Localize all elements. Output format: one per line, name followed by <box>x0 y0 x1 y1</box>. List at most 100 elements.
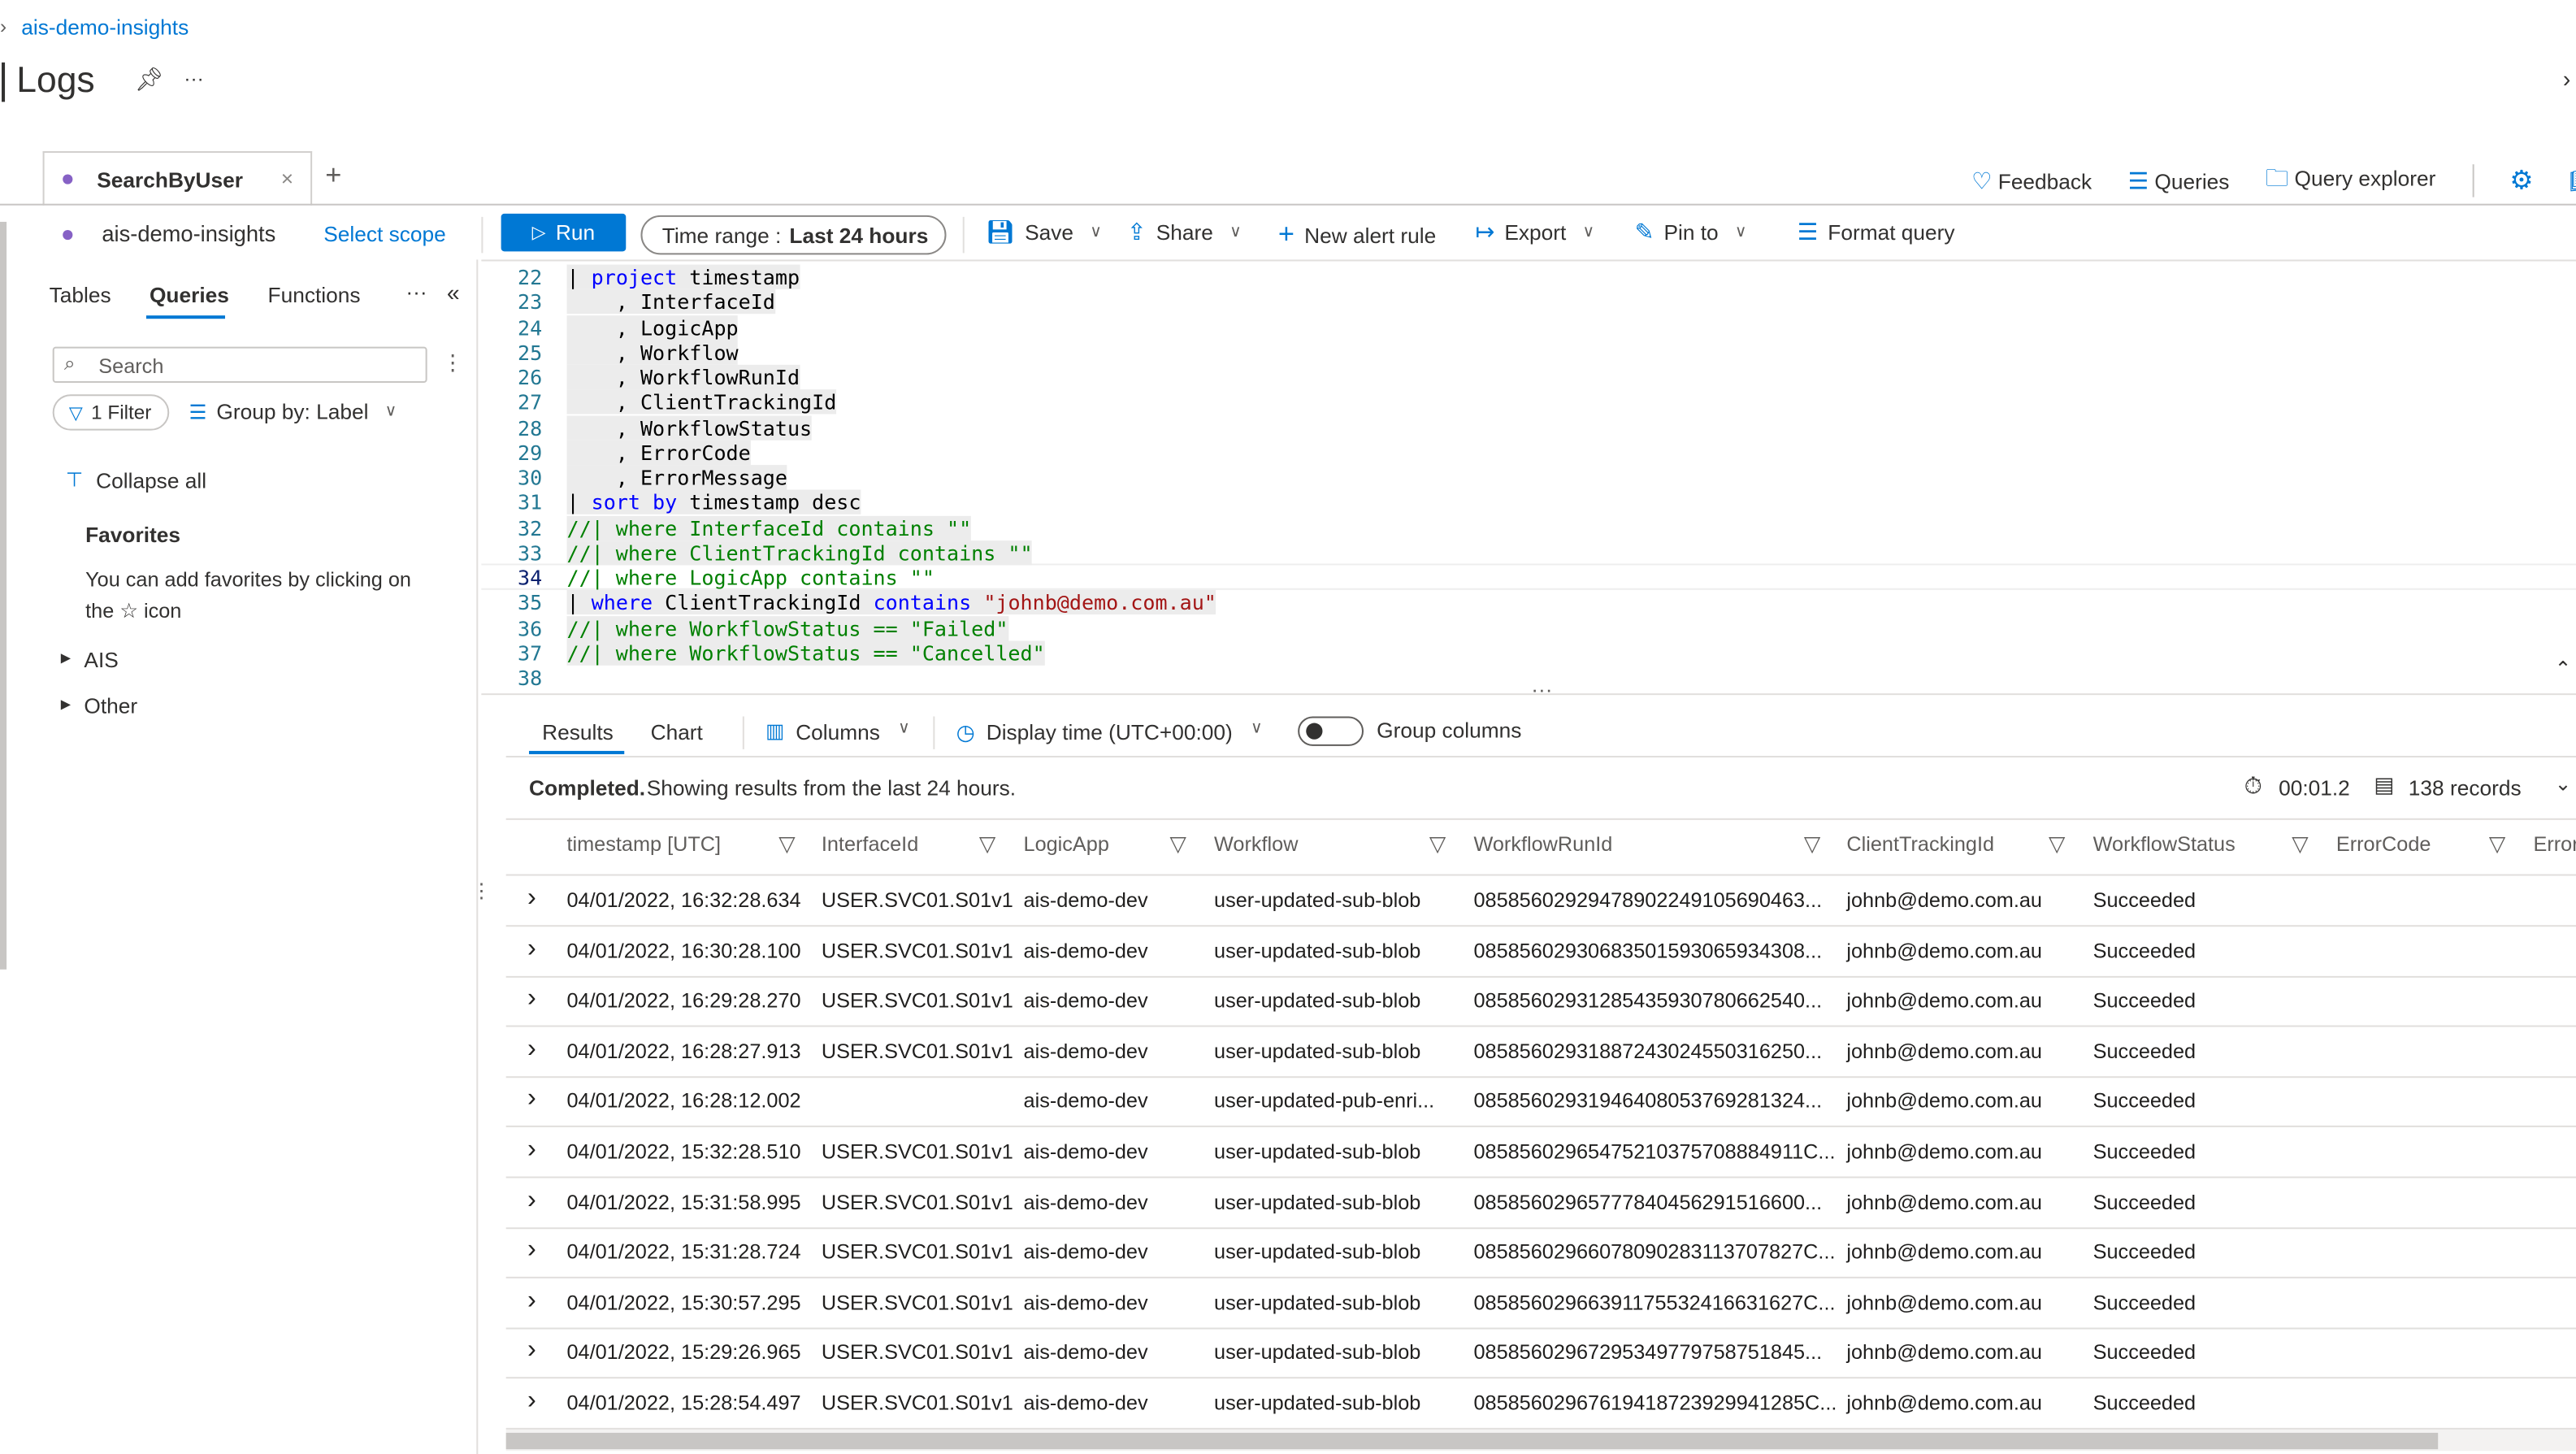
expand-row-chevron-icon[interactable]: › <box>527 1336 536 1365</box>
scrollbar-thumb[interactable] <box>505 1432 2439 1450</box>
collapse-icon: ⊤ <box>65 468 84 492</box>
column-header[interactable]: Workflow <box>1214 833 1298 856</box>
columns-icon: ▥ <box>765 719 785 743</box>
client-tracking-id-cell: johnb@demo.com.au <box>1846 1240 2043 1265</box>
format-query-button[interactable]: ☰ Format query <box>1798 219 1955 246</box>
splitter-handle-icon[interactable]: ⋮ <box>471 879 491 902</box>
tab-close-icon[interactable]: × <box>281 166 293 190</box>
group-columns-toggle[interactable] <box>1298 716 1364 746</box>
column-header[interactable]: timestamp [UTC] <box>566 833 721 856</box>
run-button[interactable]: ▷ Run <box>501 213 627 252</box>
group-by-dropdown[interactable]: ☰ Group by: Label ∨ <box>189 399 397 423</box>
time-range-picker[interactable]: Time range : Last 24 hours <box>640 215 947 255</box>
table-row[interactable]: › 04/01/2022, 15:29:26.965 USER.SVC01.S01v… <box>505 1328 2576 1379</box>
timestamp-cell: 04/01/2022, 15:30:57.295 <box>566 1291 801 1314</box>
client-tracking-id-cell: johnb@demo.com.au <box>1846 1341 2043 1365</box>
feedback-button[interactable]: ♡ Feedback <box>1971 167 2092 194</box>
keyword-token: contains <box>873 590 972 615</box>
left-edge-scrollbar[interactable] <box>0 221 7 970</box>
resize-handle-icon[interactable]: ··· <box>1531 677 1552 701</box>
search-input[interactable]: ⌕ Search <box>52 346 427 384</box>
expand-row-chevron-icon[interactable]: › <box>527 1186 536 1215</box>
line-number: 25 <box>517 339 543 365</box>
column-filter-icon[interactable]: ▽ <box>2489 831 2505 857</box>
table-row[interactable]: › 04/01/2022, 16:28:27.913 USER.SVC01.S01v… <box>505 1026 2576 1078</box>
sidebar-tab-tables[interactable]: Tables <box>50 283 111 307</box>
column-header[interactable]: WorkflowStatus <box>2093 833 2236 856</box>
collapse-sidebar-icon[interactable]: « <box>447 280 460 306</box>
group-other[interactable]: ▶ Other <box>61 693 137 718</box>
settings-gear-icon[interactable]: ⚙ <box>2509 164 2533 197</box>
share-button[interactable]: ⇪ Share ∨ <box>1127 219 1242 246</box>
column-filter-icon[interactable]: ▽ <box>2292 831 2308 857</box>
table-row[interactable]: › 04/01/2022, 15:31:28.724 USER.SVC01.S01v… <box>505 1228 2576 1279</box>
expand-row-chevron-icon[interactable]: › <box>527 1035 536 1064</box>
expand-row-chevron-icon[interactable]: › <box>527 984 536 1013</box>
collapse-editor-icon[interactable]: ⌃ <box>2555 658 2571 680</box>
column-header[interactable]: ClientTrackingId <box>1846 833 1994 856</box>
column-header[interactable]: WorkflowRunId <box>1473 833 1612 856</box>
pane-splitter[interactable] <box>476 259 479 1454</box>
export-button[interactable]: ↦ Export ∨ <box>1475 219 1594 246</box>
column-filter-icon[interactable]: ▽ <box>778 831 795 857</box>
list-icon: ☰ <box>2127 167 2149 193</box>
table-row[interactable]: › 04/01/2022, 15:28:54.497 USER.SVC01.S01v… <box>505 1378 2576 1430</box>
new-alert-rule-button[interactable]: + New alert rule <box>1278 219 1436 251</box>
column-filter-icon[interactable]: ▽ <box>1429 831 1446 857</box>
query-explorer-button[interactable]: 🗀 Query explorer <box>2266 161 2435 201</box>
search-options-icon[interactable]: ⋮ <box>442 350 463 376</box>
column-filter-icon[interactable]: ▽ <box>1804 831 1820 857</box>
expand-row-chevron-icon[interactable]: › <box>527 1387 536 1416</box>
expand-row-chevron-icon[interactable]: › <box>527 1287 536 1316</box>
add-tab-button[interactable]: + <box>325 159 341 192</box>
tab-searchbyuser[interactable]: ● SearchByUser × <box>42 150 313 206</box>
column-header[interactable]: ErrorCode <box>2336 833 2431 856</box>
queries-button[interactable]: ☰ Queries <box>2128 167 2230 194</box>
expand-row-chevron-icon[interactable]: › <box>527 884 536 914</box>
group-ais[interactable]: ▶ AIS <box>61 648 119 672</box>
sidebar-tab-queries[interactable]: Queries <box>150 283 229 307</box>
close-blade-icon[interactable]: › <box>2563 66 2570 92</box>
collapse-all-button[interactable]: ⊤ Collapse all <box>66 468 206 493</box>
horizontal-scrollbar[interactable] <box>505 1429 2576 1452</box>
column-header[interactable]: Error <box>2533 833 2576 856</box>
sidebar-more-button[interactable]: ··· <box>405 280 427 304</box>
save-button[interactable]: 💾︎ Save ∨ <box>986 219 1102 246</box>
expand-row-chevron-icon[interactable]: › <box>527 935 536 964</box>
expand-status-icon[interactable]: ⌄ <box>2555 772 2571 795</box>
table-row[interactable]: › 04/01/2022, 16:32:28.634 USER.SVC01.S01v… <box>505 876 2576 927</box>
pin-icon[interactable]: 📌︎ <box>135 66 164 93</box>
filter-pill[interactable]: ▽ 1 Filter <box>52 394 170 431</box>
comment-token: //| where InterfaceId contains "" <box>566 514 972 540</box>
table-row[interactable]: › 04/01/2022, 15:32:28.510 USER.SVC01.S01v… <box>505 1127 2576 1178</box>
table-row[interactable]: › 04/01/2022, 15:30:57.295 USER.SVC01.S01v… <box>505 1278 2576 1330</box>
column-header[interactable]: InterfaceId <box>822 833 918 856</box>
expand-row-chevron-icon[interactable]: › <box>527 1236 536 1265</box>
timestamp-cell: 04/01/2022, 16:30:28.100 <box>566 939 801 962</box>
select-scope-link[interactable]: Select scope <box>323 222 445 246</box>
export-label: Export <box>1504 219 1567 245</box>
workflow-status-cell: Succeeded <box>2092 1391 2197 1415</box>
breadcrumb-link[interactable]: ais-demo-insights <box>21 15 189 39</box>
column-filter-icon[interactable]: ▽ <box>2049 831 2065 857</box>
workflow-cell: user-updated-sub-blob <box>1214 1240 1421 1265</box>
book-icon[interactable]: 📖︎ <box>2569 166 2576 195</box>
columns-button[interactable]: ▥ Columns ∨ <box>765 720 910 744</box>
tab-chart[interactable]: Chart <box>651 720 703 744</box>
expand-row-chevron-icon[interactable]: › <box>527 1085 536 1114</box>
table-row[interactable]: › 04/01/2022, 16:29:28.270 USER.SVC01.S01v… <box>505 976 2576 1027</box>
tab-results[interactable]: Results <box>542 720 614 744</box>
table-row[interactable]: › 04/01/2022, 16:30:28.100 USER.SVC01.S01v… <box>505 926 2576 978</box>
expand-row-chevron-icon[interactable]: › <box>527 1135 536 1165</box>
table-row[interactable]: › 04/01/2022, 16:28:12.002 ais-demo-dev use… <box>505 1077 2576 1128</box>
display-time-dropdown[interactable]: ◷ Display time (UTC+00:00) ∨ <box>956 720 1263 746</box>
table-row[interactable]: › 04/01/2022, 15:31:58.995 USER.SVC01.S01v… <box>505 1178 2576 1229</box>
column-filter-icon[interactable]: ▽ <box>979 831 995 857</box>
column-filter-icon[interactable]: ▽ <box>1169 831 1186 857</box>
pin-to-button[interactable]: ✎ Pin to ∨ <box>1635 219 1747 246</box>
sidebar-tab-functions[interactable]: Functions <box>268 283 361 307</box>
chevron-down-icon: ∨ <box>1734 223 1747 242</box>
search-placeholder: Search <box>98 354 164 378</box>
column-header[interactable]: LogicApp <box>1024 833 1109 856</box>
more-options-button[interactable]: ··· <box>184 67 203 90</box>
